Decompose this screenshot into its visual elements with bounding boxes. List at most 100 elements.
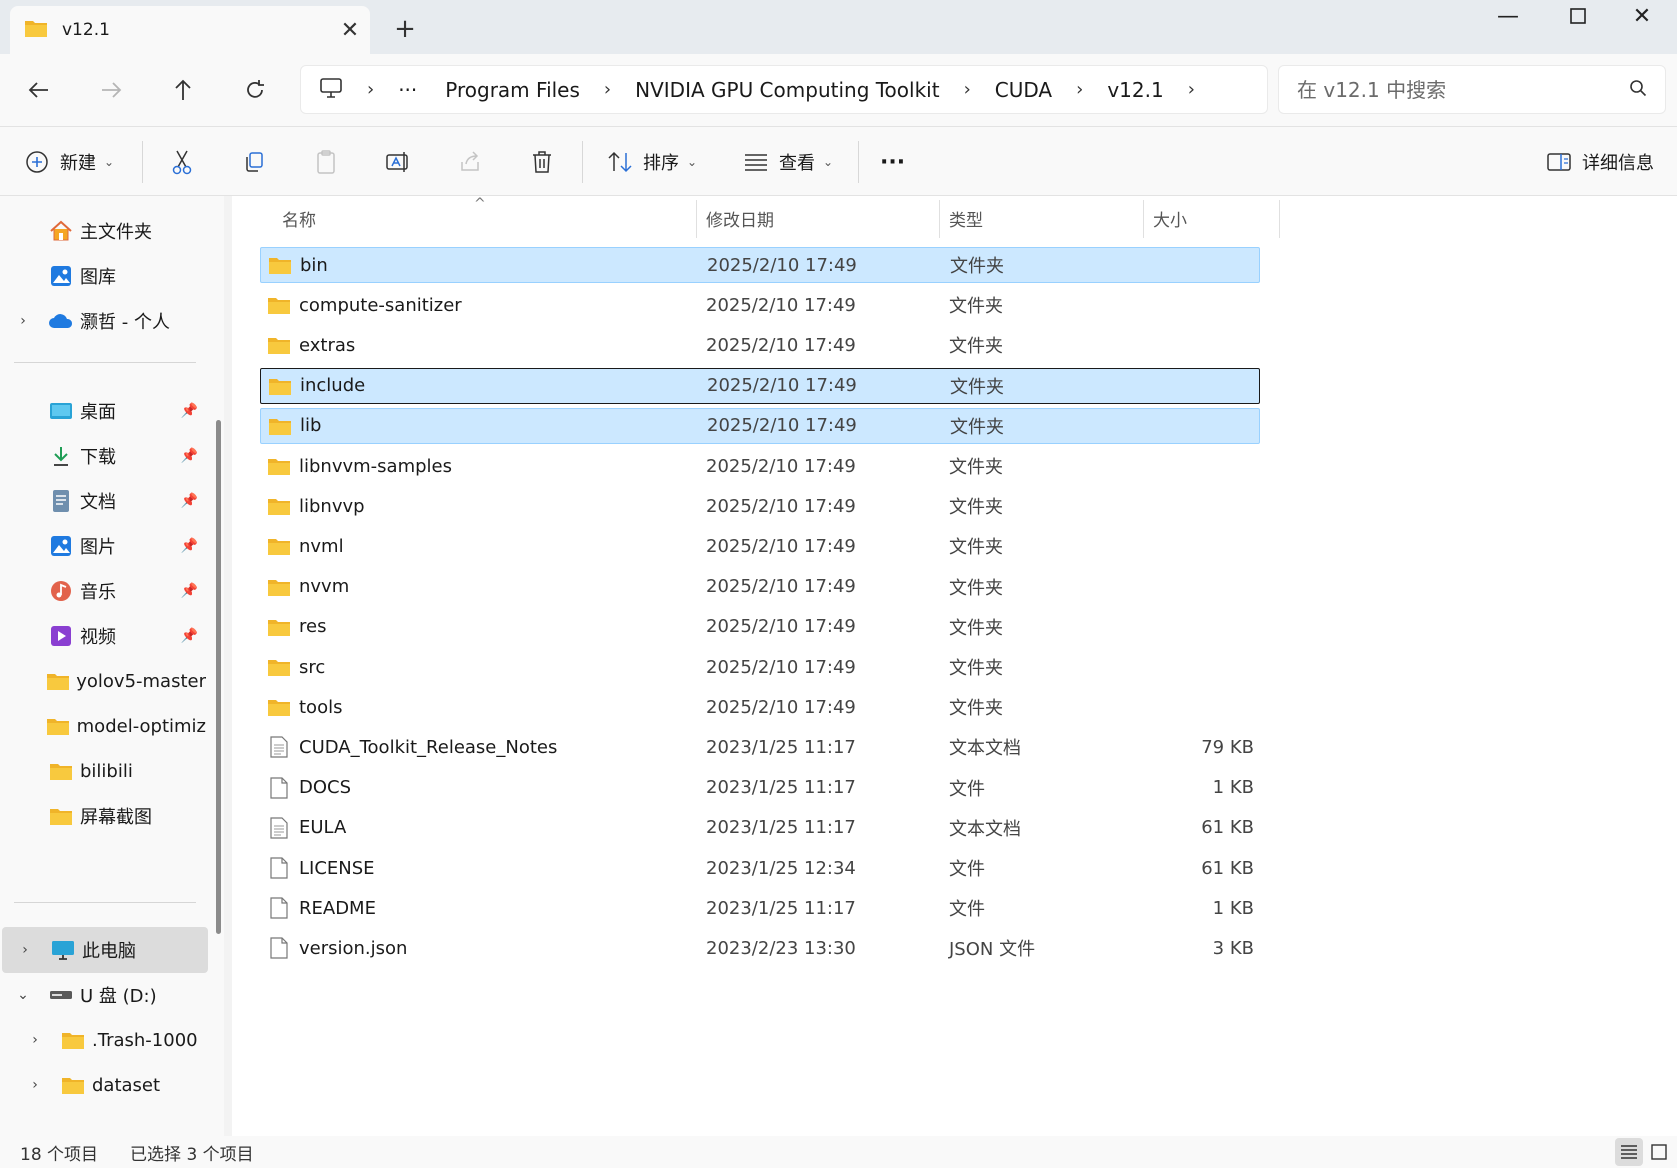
tab-v12-1[interactable]: v12.1 ✕: [10, 6, 370, 54]
sidebar-item-music[interactable]: 音乐 📌: [0, 568, 206, 614]
chevron-right-icon[interactable]: ›: [10, 942, 40, 958]
file-row[interactable]: bin 2025/2/10 17:49 文件夹: [260, 247, 1260, 283]
column-header-name[interactable]: 名称: [282, 196, 316, 240]
more-options-button[interactable]: ···: [880, 137, 905, 187]
file-row[interactable]: include 2025/2/10 17:49 文件夹: [260, 367, 1260, 404]
chevron-right-icon[interactable]: ›: [1066, 79, 1093, 100]
sidebar-scrollbar[interactable]: [216, 420, 221, 934]
sidebar-item-documents[interactable]: 文档 📌: [0, 478, 206, 524]
chevron-right-icon[interactable]: ›: [357, 79, 384, 100]
forward-arrow-icon[interactable]: [89, 68, 133, 112]
close-tab-icon[interactable]: ✕: [330, 18, 370, 43]
pin-icon[interactable]: 📌: [181, 628, 198, 644]
new-button[interactable]: 新建 ⌄: [20, 137, 114, 187]
column-divider[interactable]: [939, 200, 940, 238]
details-view-icon[interactable]: [1615, 1138, 1643, 1166]
crumb-v12-1[interactable]: v12.1: [1093, 78, 1177, 102]
search-input[interactable]: [1297, 77, 1629, 102]
crumb-ellipsis[interactable]: ···: [384, 78, 431, 102]
file-row[interactable]: DOCS 2023/1/25 11:17 文件 1 KB: [260, 770, 1260, 806]
crumb-cuda[interactable]: CUDA: [981, 78, 1066, 102]
file-row[interactable]: README 2023/1/25 11:17 文件 1 KB: [260, 890, 1260, 926]
file-size: 3 KB: [1212, 937, 1254, 959]
file-row[interactable]: extras 2025/2/10 17:49 文件夹: [260, 327, 1260, 363]
crumb-program-files[interactable]: Program Files: [431, 78, 594, 102]
column-divider[interactable]: [696, 200, 697, 238]
file-type: 文件夹: [949, 617, 1003, 639]
chevron-right-icon[interactable]: ›: [8, 313, 38, 329]
sidebar-item-dataset[interactable]: › dataset: [0, 1062, 206, 1108]
file-row[interactable]: nvvm 2025/2/10 17:49 文件夹: [260, 569, 1260, 605]
sidebar-item-yolov5[interactable]: yolov5-master: [0, 658, 206, 704]
sidebar-item-bilibili[interactable]: bilibili: [0, 748, 206, 794]
sidebar-item-desktop[interactable]: 桌面 📌: [0, 388, 206, 434]
chevron-down-icon[interactable]: ⌄: [8, 987, 38, 1003]
file-row[interactable]: CUDA_Toolkit_Release_Notes 2023/1/25 11:1…: [260, 729, 1260, 765]
file-name: README: [299, 897, 376, 919]
view-button[interactable]: 查看 ⌄: [739, 137, 833, 187]
file-row[interactable]: res 2025/2/10 17:49 文件夹: [260, 609, 1260, 645]
share-button[interactable]: [453, 137, 487, 187]
column-header-type[interactable]: 类型: [949, 196, 983, 240]
file-row[interactable]: src 2025/2/10 17:49 文件夹: [260, 649, 1260, 685]
column-header-size[interactable]: 大小: [1153, 196, 1187, 240]
sidebar-item-downloads[interactable]: 下载 📌: [0, 433, 206, 479]
back-arrow-icon[interactable]: [17, 68, 61, 112]
file-row[interactable]: compute-sanitizer 2025/2/10 17:49 文件夹: [260, 287, 1260, 323]
sidebar-item-gallery[interactable]: 图库: [0, 253, 206, 299]
pin-icon[interactable]: 📌: [181, 583, 198, 599]
search-box[interactable]: [1278, 65, 1666, 114]
search-icon[interactable]: [1629, 79, 1647, 101]
column-divider[interactable]: [1279, 200, 1280, 238]
folder-icon: [60, 1028, 86, 1052]
rename-button[interactable]: [381, 137, 415, 187]
refresh-icon[interactable]: [233, 68, 277, 112]
file-row[interactable]: nvml 2025/2/10 17:49 文件夹: [260, 528, 1260, 564]
up-arrow-icon[interactable]: [161, 68, 205, 112]
chevron-right-icon[interactable]: ›: [20, 1032, 50, 1048]
sidebar-item-pictures[interactable]: 图片 📌: [0, 523, 206, 569]
sidebar-item-this-pc[interactable]: › 此电脑: [2, 927, 208, 973]
file-row[interactable]: lib 2025/2/10 17:49 文件夹: [260, 407, 1260, 444]
chevron-right-icon[interactable]: ›: [20, 1077, 50, 1093]
copy-button[interactable]: [237, 137, 271, 187]
sidebar-item-screenshots[interactable]: 屏幕截图: [0, 793, 206, 839]
sidebar-item-home[interactable]: 主文件夹: [0, 208, 206, 254]
sidebar-item-onedrive[interactable]: › 灏哲 - 个人: [0, 298, 206, 344]
chevron-right-icon[interactable]: ›: [594, 79, 621, 100]
sidebar-item-model-optimiz[interactable]: model-optimiz: [0, 703, 206, 749]
pin-icon[interactable]: 📌: [181, 538, 198, 554]
plus-circle-icon: [20, 145, 54, 179]
maximize-icon[interactable]: [1543, 0, 1613, 32]
tiles-view-icon[interactable]: [1645, 1138, 1673, 1166]
pin-icon[interactable]: 📌: [181, 448, 198, 464]
cut-button[interactable]: [165, 137, 199, 187]
file-row[interactable]: LICENSE 2023/1/25 12:34 文件 61 KB: [260, 850, 1260, 886]
pin-icon[interactable]: 📌: [181, 403, 198, 419]
file-row[interactable]: version.json 2023/2/23 13:30 JSON 文件 3 KB: [260, 930, 1260, 966]
minimize-icon[interactable]: —: [1473, 0, 1543, 32]
paste-button[interactable]: [309, 137, 343, 187]
chevron-right-icon[interactable]: ›: [954, 79, 981, 100]
file-row[interactable]: EULA 2023/1/25 11:17 文本文档 61 KB: [260, 810, 1260, 846]
sidebar-item-usb-drive[interactable]: ⌄ U 盘 (D:): [0, 972, 206, 1018]
new-tab-icon[interactable]: +: [390, 12, 420, 46]
chevron-right-icon[interactable]: ›: [1178, 79, 1205, 100]
column-divider[interactable]: [1143, 200, 1144, 238]
this-pc-icon[interactable]: [319, 77, 343, 103]
file-row[interactable]: libnvvm-samples 2025/2/10 17:49 文件夹: [260, 448, 1260, 484]
crumb-nvidia-toolkit[interactable]: NVIDIA GPU Computing Toolkit: [621, 78, 953, 102]
column-header-date[interactable]: 修改日期: [706, 196, 774, 240]
delete-button[interactable]: [525, 137, 559, 187]
file-icon: [266, 897, 292, 919]
address-bar[interactable]: › ··· Program Files › NVIDIA GPU Computi…: [300, 65, 1268, 114]
file-date: 2025/2/10 17:49: [706, 696, 856, 718]
sidebar-item-videos[interactable]: 视频 📌: [0, 613, 206, 659]
file-row[interactable]: tools 2025/2/10 17:49 文件夹: [260, 689, 1260, 725]
sort-button[interactable]: 排序 ⌄: [603, 137, 697, 187]
file-row[interactable]: libnvvp 2025/2/10 17:49 文件夹: [260, 488, 1260, 524]
pin-icon[interactable]: 📌: [181, 493, 198, 509]
sidebar-item-trash[interactable]: › .Trash-1000: [0, 1017, 206, 1063]
close-window-icon[interactable]: ✕: [1607, 0, 1677, 32]
details-pane-button[interactable]: 详细信息: [1542, 137, 1654, 187]
